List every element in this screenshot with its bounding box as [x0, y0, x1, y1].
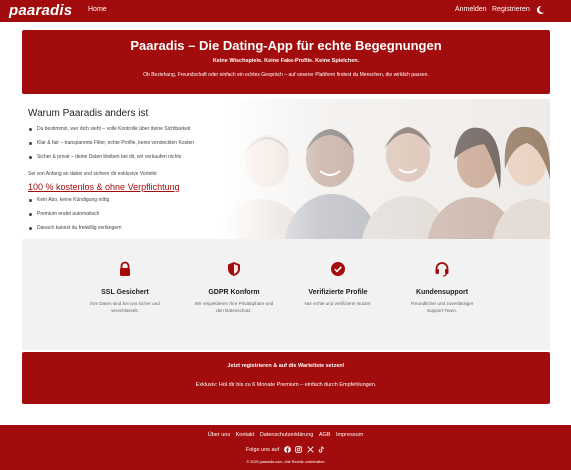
feature-desc: Wir respektieren Ihre Privatsphäre und d… — [194, 301, 274, 313]
feature-desc: Freundlicher und zuverlässiger Support-T… — [410, 301, 474, 313]
list-item: Du bestimmst, wer dich sieht – volle Kon… — [28, 126, 194, 140]
hero-text: Ob Beziehung, Freundschaft oder einfach … — [143, 72, 429, 78]
top-nav: paaradis Home Anmelden Registrieren — [0, 0, 571, 22]
footer-link-contact[interactable]: Kontakt — [236, 432, 255, 438]
x-icon[interactable] — [307, 446, 314, 453]
nav-home-link[interactable]: Home — [88, 6, 107, 13]
social-row: Folge uns auf — [0, 446, 571, 453]
hero-title: Paaradis – Die Dating-App für echte Bege… — [130, 38, 442, 53]
follow-label: Folge uns auf — [245, 446, 280, 453]
tiktok-icon[interactable] — [318, 446, 325, 453]
cta-banner: Jetzt registrieren & auf die Warteliste … — [22, 352, 550, 404]
check-circle-icon — [331, 262, 345, 276]
hero-banner: Paaradis – Die Dating-App für echte Bege… — [22, 30, 550, 94]
footer-link-privacy[interactable]: Datenschutzerklärung — [260, 432, 314, 438]
facebook-icon[interactable] — [283, 446, 291, 453]
why-section: Warum Paaradis anders ist Du bestimmst, … — [22, 99, 550, 239]
feature-desc: Nur echte und verifizierte Nutzer. — [304, 301, 372, 306]
why-list: Du bestimmst, wer dich sieht – volle Kon… — [28, 126, 194, 168]
free-list: Kein Abo, keine Kündigung nötig Premium … — [28, 197, 122, 239]
why-intro: Sei von Anfang an dabei und sichere dir … — [28, 171, 158, 177]
list-item: Kein Abo, keine Kündigung nötig — [28, 197, 122, 211]
feature-support: Kundensupport Freundlicher und zuverläss… — [376, 239, 508, 350]
logo[interactable]: paaradis — [9, 2, 72, 19]
free-heading: 100 % kostenlos & ohne Verpflichtung — [28, 182, 180, 192]
footer-link-imprint[interactable]: Impressum — [336, 432, 363, 438]
features-section: SSL Gesichert Ihre Daten sind bei uns si… — [22, 239, 550, 350]
list-item: Premium endet automatisch — [28, 211, 122, 225]
why-title: Warum Paaradis anders ist — [28, 108, 149, 119]
list-item: Sicher & privat – deine Daten bleiben be… — [28, 154, 194, 168]
footer: Über uns Kontakt Datenschutzerklärung AG… — [0, 425, 571, 470]
footer-links: Über uns Kontakt Datenschutzerklärung AG… — [0, 432, 571, 438]
shield-icon — [228, 262, 240, 276]
nav-register-link[interactable]: Registrieren — [492, 6, 530, 13]
lock-icon — [120, 261, 130, 276]
instagram-icon[interactable] — [295, 446, 303, 453]
footer-link-about[interactable]: Über uns — [208, 432, 230, 438]
hero-subtitle: Keine Wischspiele. Keine Fake-Profile. K… — [212, 58, 360, 64]
nav-login-link[interactable]: Anmelden — [455, 6, 487, 13]
photo-overlay — [222, 99, 550, 239]
moon-icon[interactable] — [535, 5, 545, 15]
feature-title: Kundensupport — [415, 289, 469, 296]
footer-link-terms[interactable]: AGB — [319, 432, 331, 438]
copyright: © 2025 paaradis.com. Alle Rechte vorbeha… — [246, 460, 325, 464]
list-item: Klar & fair – transparente Filter, echte… — [28, 140, 194, 154]
list-item: Danach kannst du freiwillig verlängern — [28, 225, 122, 239]
register-waitlist-link[interactable]: Jetzt registrieren & auf die Warteliste … — [22, 363, 550, 369]
cta-text: Exklusiv: Hol dir bis zu 6 Monate Premiu… — [195, 382, 377, 388]
feature-desc: Ihre Daten sind bei uns sicher und versc… — [90, 301, 160, 313]
headset-icon — [435, 262, 449, 277]
